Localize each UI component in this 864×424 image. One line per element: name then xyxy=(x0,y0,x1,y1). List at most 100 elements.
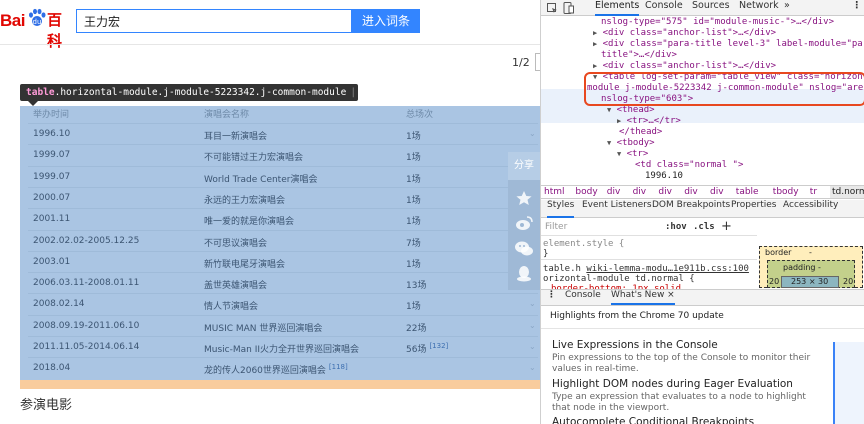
dom-line[interactable]: ▶ <div class="para-title level-3" label-… xyxy=(593,39,864,50)
tab-event-listeners[interactable]: Event Listeners xyxy=(582,200,652,218)
element-style-rule[interactable]: element.style { xyxy=(543,239,624,249)
whats-new-item-title[interactable]: Highlight DOM nodes during Eager Evaluat… xyxy=(552,378,793,390)
tab-elements[interactable]: Elements xyxy=(595,0,640,16)
cell-concert-name: 耳目一新演唱会 xyxy=(204,129,267,142)
dom-line[interactable]: 1996.10 xyxy=(645,171,683,182)
table-header-count: 总场次 xyxy=(406,110,434,120)
whats-new-divider xyxy=(541,328,864,329)
hov-toggle[interactable]: :hov xyxy=(665,222,687,232)
breadcrumb-item[interactable]: table xyxy=(736,186,759,198)
breadcrumb-item[interactable]: div xyxy=(607,186,621,198)
dom-line[interactable]: ▼ <tbody> xyxy=(607,138,655,149)
collapse-triangle-icon[interactable]: ▼ xyxy=(617,150,621,158)
drawer-tab-whats-new[interactable]: What's New × xyxy=(611,290,675,305)
dom-line-text: <div class="anchor-list">…</div> xyxy=(602,28,777,38)
tab-styles[interactable]: Styles xyxy=(547,200,575,218)
cell-date: 1999.07 xyxy=(33,150,71,161)
breadcrumb-item[interactable]: tr xyxy=(810,186,817,198)
qq-icon[interactable] xyxy=(513,263,535,283)
stylesheet-link[interactable]: wiki-lemma-modu…1e911b.css:100 xyxy=(586,264,749,274)
drawer-menu-icon[interactable]: ⋮ xyxy=(547,290,556,305)
tab-accessibility[interactable]: Accessibility xyxy=(783,200,838,218)
collapse-triangle-icon[interactable]: ▼ xyxy=(607,139,611,147)
tooltip-size: 790 × 398 xyxy=(360,87,412,98)
expand-triangle-icon[interactable]: ▶ xyxy=(617,117,621,125)
cell-count: 1场 xyxy=(406,257,421,270)
dom-line[interactable]: ▶ <div class="anchor-list">…</div> xyxy=(593,61,776,72)
breadcrumb-item[interactable]: div xyxy=(633,186,647,198)
count-text: 1场 xyxy=(406,217,421,228)
row-divider xyxy=(28,272,538,274)
cell-count: 56场 [132] xyxy=(406,342,448,355)
breadcrumb-item[interactable]: div xyxy=(710,186,724,198)
breadcrumb-item[interactable]: td.normal xyxy=(830,186,864,198)
row-expand-icon: ⌄ xyxy=(529,342,536,351)
device-toolbar-icon[interactable] xyxy=(563,2,574,14)
svg-text:du: du xyxy=(33,18,42,26)
wechat-icon[interactable] xyxy=(513,238,535,258)
enter-entry-button[interactable]: 进入词条 xyxy=(352,9,420,33)
count-text: 1场 xyxy=(406,195,421,206)
styles-filter-input[interactable]: Filter xyxy=(545,222,567,232)
whats-new-illustration xyxy=(833,342,864,424)
cell-date: 2006.03.11-2008.01.11 xyxy=(33,278,140,289)
reference-link[interactable]: [132] xyxy=(429,342,448,350)
dom-line[interactable]: title">…</div> xyxy=(601,50,677,61)
reference-link[interactable]: [118] xyxy=(329,363,348,371)
inspect-element-icon[interactable] xyxy=(547,3,558,14)
breadcrumb-item[interactable]: tbody xyxy=(773,186,799,198)
row-expand-icon: ⌄ xyxy=(529,299,536,309)
concert-name-text: World Trade Center演唱会 xyxy=(204,174,318,185)
collapse-triangle-icon[interactable]: ▼ xyxy=(607,106,611,114)
dom-line[interactable]: ▼ <tr> xyxy=(617,149,648,160)
breadcrumb-item[interactable]: div xyxy=(684,186,698,198)
cell-count: 13场 xyxy=(406,278,426,291)
baike-page: Bai du 百科 王力宏 进入词条 1/2 table.horizontal-… xyxy=(0,0,540,424)
drawer-tab-console[interactable]: Console xyxy=(565,290,601,305)
dom-line-text: <tbody> xyxy=(616,138,655,148)
dom-line-text: <tr>…</tr> xyxy=(626,116,681,126)
new-rule-button[interactable]: + xyxy=(721,219,732,234)
cell-count: 1场 xyxy=(406,150,421,163)
concert-name-text: 龙的传人2060世界巡回演唱会 xyxy=(204,366,326,377)
cell-date: 2001.11 xyxy=(33,214,71,225)
dom-line[interactable]: ▶ <tr>…</tr> xyxy=(617,116,681,127)
count-text: 1场 xyxy=(406,174,421,185)
element-style-close: } xyxy=(543,249,549,259)
dom-line[interactable]: nslog-type="575" id="module-music-">…</d… xyxy=(601,17,834,28)
weibo-icon[interactable] xyxy=(513,213,535,233)
box-model-diagram: border - padding - 253 × 30 20 20 xyxy=(759,246,864,288)
tab-dom-breakpoints[interactable]: DOM Breakpoints xyxy=(652,200,730,218)
breadcrumb-item[interactable]: html xyxy=(544,186,565,198)
tab-sources[interactable]: Sources xyxy=(692,0,730,16)
count-text: 1场 xyxy=(406,153,421,164)
row-divider xyxy=(28,314,538,316)
expand-triangle-icon[interactable]: ▶ xyxy=(593,40,597,48)
row-expand-icon: ⌄ xyxy=(529,363,536,373)
devtools-tabbar: Elements Console Sources Network » ⋮ xyxy=(541,0,864,16)
row-divider xyxy=(28,293,538,295)
tab-properties[interactable]: Properties xyxy=(731,200,776,218)
whats-new-item-title[interactable]: Autocomplete Conditional Breakpoints xyxy=(552,416,754,424)
cls-toggle[interactable]: .cls xyxy=(693,222,715,232)
dom-line[interactable]: ▶ <div class="anchor-list">…</div> xyxy=(593,28,776,39)
breadcrumb-item[interactable]: body xyxy=(575,186,597,198)
cell-date: 2011.11.05-2014.06.14 xyxy=(33,342,140,352)
expand-triangle-icon[interactable]: ▶ xyxy=(593,62,597,70)
dom-line[interactable]: </thead> xyxy=(619,127,662,138)
dom-line[interactable]: ▼ <thead> xyxy=(607,105,655,116)
dom-line[interactable]: <td class="normal "> xyxy=(635,160,743,171)
baidu-baike-logo[interactable]: Bai du 百科 xyxy=(0,8,72,50)
kebab-menu-icon[interactable]: ⋮ xyxy=(852,0,862,16)
more-tabs-button[interactable]: » xyxy=(784,0,790,16)
whats-new-panel: Highlights from the Chrome 70 update Liv… xyxy=(541,306,864,424)
cell-date: 2003.01 xyxy=(33,256,71,267)
breadcrumb-item[interactable]: div xyxy=(658,186,672,198)
search-input[interactable]: 王力宏 xyxy=(76,9,352,33)
expand-triangle-icon[interactable]: ▶ xyxy=(593,29,597,37)
star-icon[interactable] xyxy=(513,188,535,208)
whats-new-item-title[interactable]: Live Expressions in the Console xyxy=(552,339,718,351)
share-button[interactable]: 分享 xyxy=(508,152,540,180)
tab-console[interactable]: Console xyxy=(645,0,683,16)
tab-network[interactable]: Network xyxy=(739,0,779,16)
